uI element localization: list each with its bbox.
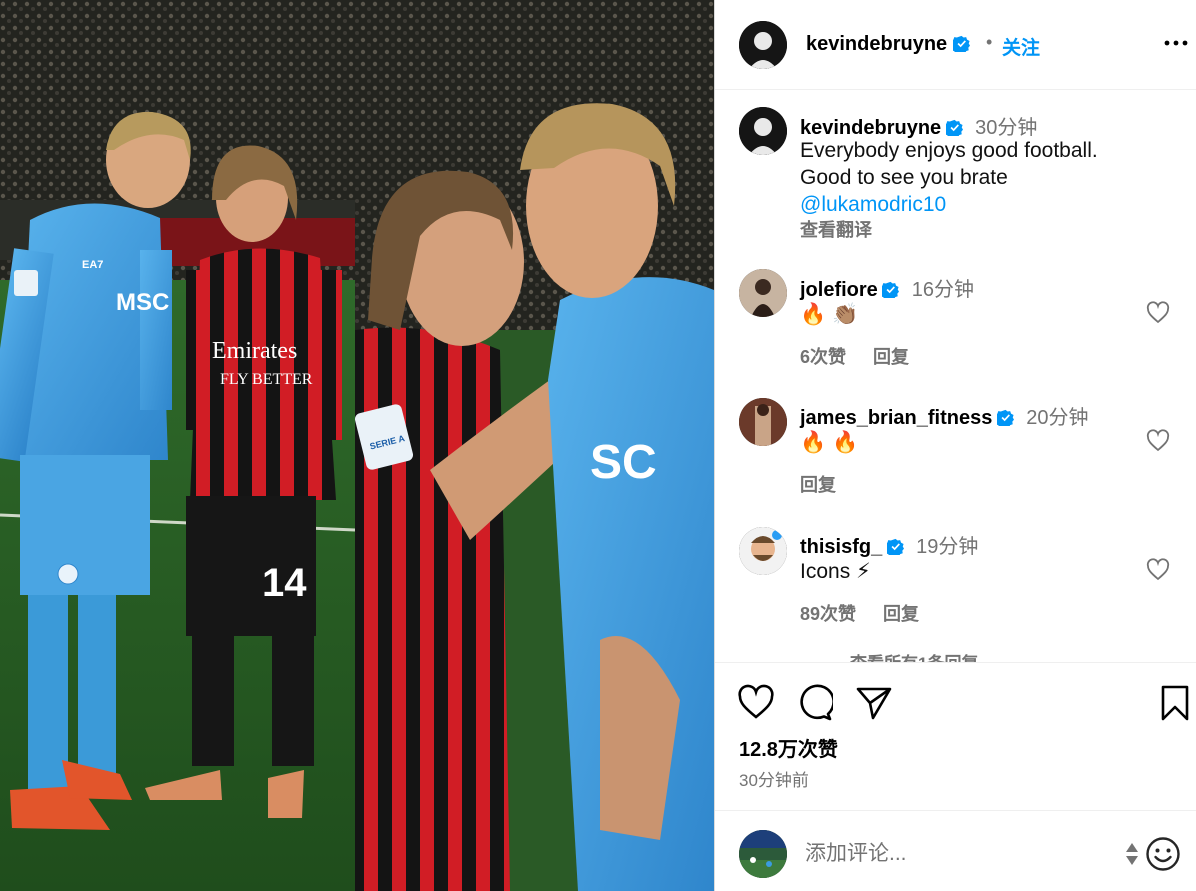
- verified-icon: [945, 119, 963, 136]
- author-avatar[interactable]: [739, 21, 787, 69]
- verified-icon: [996, 409, 1014, 426]
- comment-avatar[interactable]: [739, 398, 787, 446]
- post-image: EA7 MSC Emirates FLY BETTER 14 SC SERIE …: [0, 0, 714, 891]
- post-header: kevindebruyne • 关注: [715, 0, 1196, 90]
- caption-text: Everybody enjoys good football. Good to …: [800, 139, 1098, 218]
- sort-arrows-icon: [1126, 843, 1138, 865]
- comment-username[interactable]: jolefiore: [800, 279, 878, 301]
- heart-icon[interactable]: [737, 684, 775, 722]
- follow-button[interactable]: 关注: [1002, 33, 1040, 60]
- translate-link[interactable]: 查看翻译: [800, 216, 894, 242]
- separator-dot: •: [986, 32, 993, 52]
- caption-avatar[interactable]: [739, 107, 787, 155]
- svg-text:14: 14: [262, 561, 307, 605]
- comments-list[interactable]: kevindebruyne 30分钟 Everybody enjoys good…: [715, 91, 1196, 662]
- reply-button[interactable]: 回复: [800, 475, 836, 495]
- emoji-icon[interactable]: [1145, 836, 1181, 872]
- action-bar: 12.8万次赞 30分钟前: [715, 662, 1196, 810]
- post-sidebar: kevindebruyne • 关注 kevindebruyne 30分钟 Ev…: [714, 0, 1196, 891]
- caption-username[interactable]: kevindebruyne: [800, 117, 941, 139]
- verified-icon: [886, 538, 904, 555]
- viewer-avatar: [739, 830, 787, 878]
- like-comment-icon[interactable]: [1146, 558, 1170, 582]
- comment-text: Icons ⚡: [800, 560, 871, 583]
- reply-button[interactable]: 回复: [873, 347, 909, 367]
- comment-time: 16分钟: [911, 279, 974, 301]
- comment-username[interactable]: james_brian_fitness: [800, 407, 992, 429]
- comment-time: 19分钟: [916, 536, 979, 558]
- comment-icon[interactable]: [795, 684, 833, 722]
- comment-item: james_brian_fitness 20分钟 🔥 🔥 回复: [715, 391, 1196, 521]
- likes-count[interactable]: 12.8万次赞: [739, 733, 838, 762]
- caption-time: 30分钟: [975, 117, 1038, 139]
- caption: kevindebruyne 30分钟 Everybody enjoys good…: [715, 91, 1196, 261]
- svg-text:Emirates: Emirates: [212, 338, 297, 364]
- comment-avatar[interactable]: [739, 269, 787, 317]
- comment-username[interactable]: thisisfg_: [800, 536, 882, 558]
- svg-text:FLY BETTER: FLY BETTER: [220, 371, 313, 388]
- view-replies-link[interactable]: 查看所有1条回复: [800, 649, 978, 662]
- author-username[interactable]: kevindebruyne: [806, 33, 970, 56]
- send-icon[interactable]: [855, 684, 893, 722]
- comment-text: 🔥 👏🏽: [800, 303, 859, 326]
- comment-item: jolefiore 16分钟 🔥 👏🏽 6次赞 回复: [715, 261, 1196, 391]
- comment-input[interactable]: [805, 842, 1115, 866]
- svg-text:SC: SC: [590, 436, 657, 489]
- like-comment-icon[interactable]: [1146, 429, 1170, 453]
- bookmark-icon[interactable]: [1156, 684, 1194, 722]
- comment-text: 🔥 🔥: [800, 431, 859, 454]
- svg-text:EA7: EA7: [82, 259, 103, 271]
- reply-button[interactable]: 回复: [883, 604, 919, 624]
- like-comment-icon[interactable]: [1146, 301, 1170, 325]
- comment-item: thisisfg_ 19分钟 Icons ⚡ 89次赞 回复: [715, 521, 1196, 651]
- more-horizontal-icon[interactable]: [1163, 30, 1189, 56]
- comment-likes[interactable]: 6次赞: [800, 347, 846, 367]
- svg-text:MSC: MSC: [116, 289, 169, 316]
- mention-link[interactable]: @lukamodric10: [800, 191, 1098, 218]
- post-photo[interactable]: EA7 MSC Emirates FLY BETTER 14 SC SERIE …: [0, 0, 714, 891]
- comment-time: 20分钟: [1026, 407, 1089, 429]
- comment-likes[interactable]: 89次赞: [800, 604, 856, 624]
- comment-avatar[interactable]: [739, 527, 787, 575]
- verified-icon: [882, 281, 900, 298]
- post-time: 30分钟前: [739, 771, 809, 790]
- add-comment-bar: [715, 810, 1196, 891]
- verified-icon: [952, 35, 970, 52]
